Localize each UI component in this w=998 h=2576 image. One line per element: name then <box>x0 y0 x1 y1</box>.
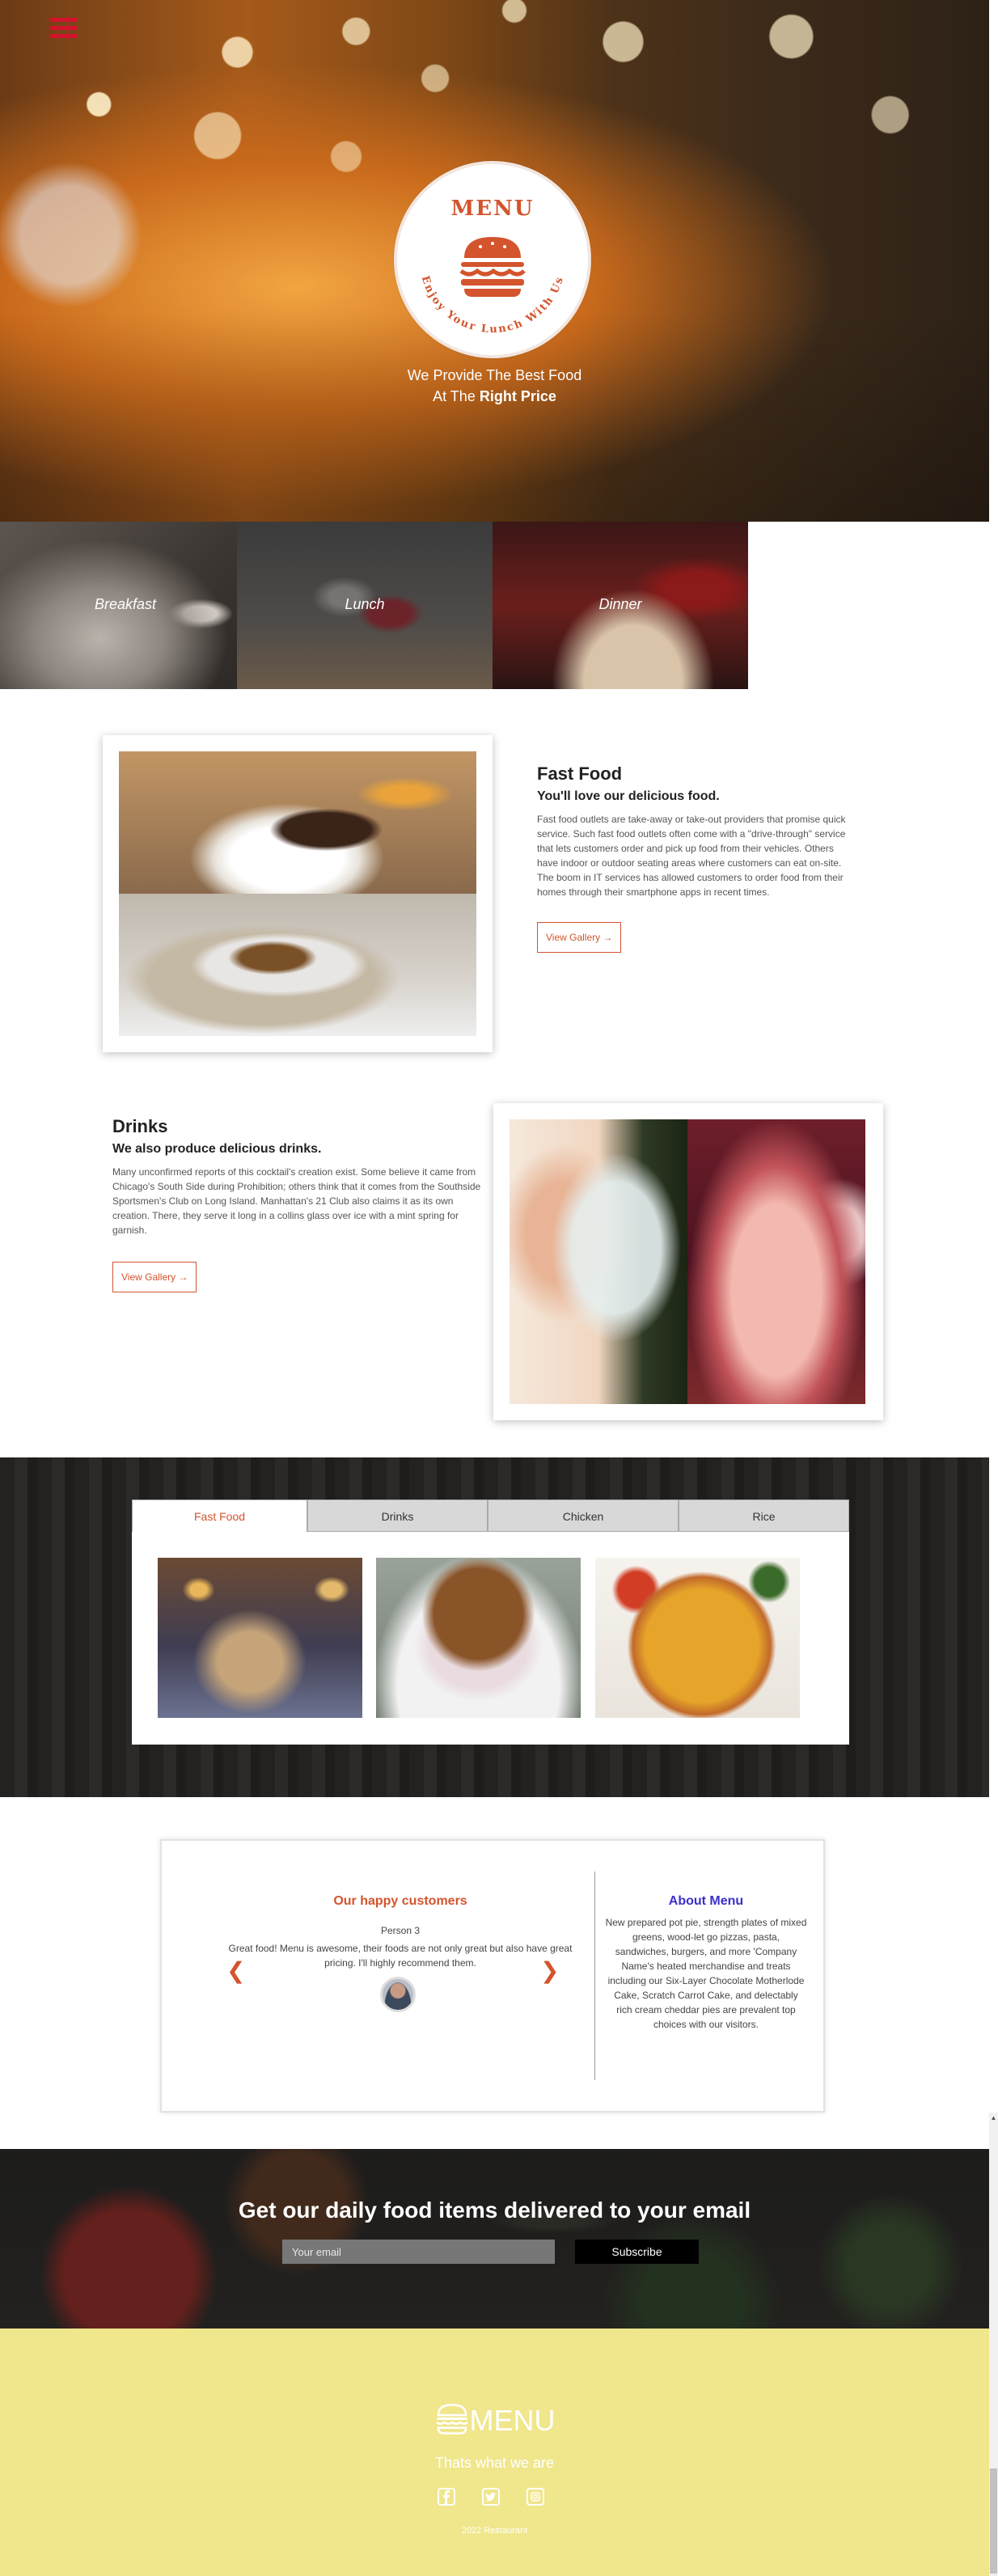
cocktail-image <box>687 1119 865 1404</box>
footer-tagline: Thats what we are <box>434 2455 555 2471</box>
about-text: New prepared pot pie, strength plates of… <box>605 1917 807 2030</box>
drinks-text: Many unconfirmed reports of this cocktai… <box>112 1166 481 1236</box>
footer-logo: MENU <box>0 2403 989 2438</box>
chevron-right-icon[interactable]: ❯ <box>540 1957 559 1984</box>
divider <box>594 1872 595 2080</box>
twitter-icon[interactable] <box>481 2487 501 2506</box>
customer-quote: Great food! Menu is awesome, their foods… <box>228 1943 573 1969</box>
email-field[interactable] <box>282 2240 555 2264</box>
newsletter-section: Get our daily food items delivered to yo… <box>0 2149 989 2329</box>
subscribe-button[interactable]: Subscribe <box>575 2240 699 2264</box>
fast-food-text: Fast food outlets are take-away or take-… <box>537 814 846 898</box>
food-item-image[interactable] <box>158 1558 362 1718</box>
tile-breakfast[interactable]: Breakfast <box>0 522 251 689</box>
tab-rice[interactable]: Rice <box>679 1499 849 1532</box>
drinks-gallery-button[interactable]: View Gallery → <box>112 1262 197 1292</box>
hero-tagline-line1: We Provide The Best Food <box>407 367 582 383</box>
logo-badge: Enjoy Your Lunch With Us MENU <box>394 161 591 358</box>
meal-tiles: Breakfast Lunch Dinner <box>0 522 748 689</box>
chevron-left-icon[interactable]: ❮ <box>226 1957 245 1984</box>
burger-icon <box>435 2404 468 2434</box>
food-item-image[interactable] <box>376 1558 581 1718</box>
newsletter-overlay <box>0 2149 989 2329</box>
drinks-photo-frame <box>493 1103 883 1420</box>
hero-section: Enjoy Your Lunch With Us MENU We Provide… <box>0 0 989 522</box>
logo-title: MENU <box>450 197 535 221</box>
fast-food-title: Fast Food <box>537 763 623 784</box>
bread-image <box>119 894 476 1036</box>
copyright: 2022 Restaurant <box>461 2526 528 2536</box>
fast-food-gallery-button[interactable]: View Gallery → <box>537 922 622 953</box>
cake-image <box>119 751 476 894</box>
scrollbar-thumb[interactable] <box>990 2468 997 2574</box>
hero-tagline-prefix: At The <box>433 388 476 404</box>
tile-label: Breakfast <box>94 596 157 612</box>
fast-food-subtitle: You'll love our delicious food. <box>537 789 720 803</box>
tab-drinks[interactable]: Drinks <box>307 1499 488 1532</box>
food-item-image[interactable] <box>595 1558 800 1718</box>
scroll-up-icon[interactable]: ▲ <box>989 2113 998 2124</box>
drink-glass-image <box>510 1119 687 1404</box>
tile-label: Dinner <box>598 596 642 612</box>
tile-lunch[interactable]: Lunch <box>237 522 493 689</box>
fast-food-photo-frame <box>103 735 493 1052</box>
hamburger-icon[interactable] <box>50 18 78 40</box>
drinks-subtitle: We also produce delicious drinks. <box>112 1142 322 1156</box>
testimonials-box: Our happy customers Person 3 Great food!… <box>160 1839 825 2113</box>
facebook-icon[interactable] <box>437 2487 456 2506</box>
tile-label: Lunch <box>345 596 385 612</box>
menu-tabs-panel: Fast Food Drinks Chicken Rice <box>132 1499 849 1745</box>
avatar <box>380 1977 416 2012</box>
instagram-icon[interactable] <box>526 2487 545 2506</box>
hero-tagline-bold: Right Price <box>479 388 556 404</box>
drinks-title: Drinks <box>112 1116 168 1136</box>
customers-title: Our happy customers <box>333 1894 467 1908</box>
tab-chicken[interactable]: Chicken <box>488 1499 679 1532</box>
footer: MENU Thats what we are 2022 Restaurant <box>0 2329 989 2576</box>
hero-tagline-line2: At The Right Price <box>0 386 989 407</box>
about-title: About Menu <box>668 1894 744 1908</box>
tab-fast-food[interactable]: Fast Food <box>132 1499 307 1532</box>
tile-dinner[interactable]: Dinner <box>493 522 748 689</box>
customer-name: Person 3 <box>380 1925 421 1936</box>
burger-icon <box>459 237 526 297</box>
newsletter-title: Get our daily food items delivered to yo… <box>238 2197 751 2223</box>
footer-logo-text: MENU <box>469 2404 556 2437</box>
scrollbar[interactable]: ▲ <box>989 2113 998 2576</box>
